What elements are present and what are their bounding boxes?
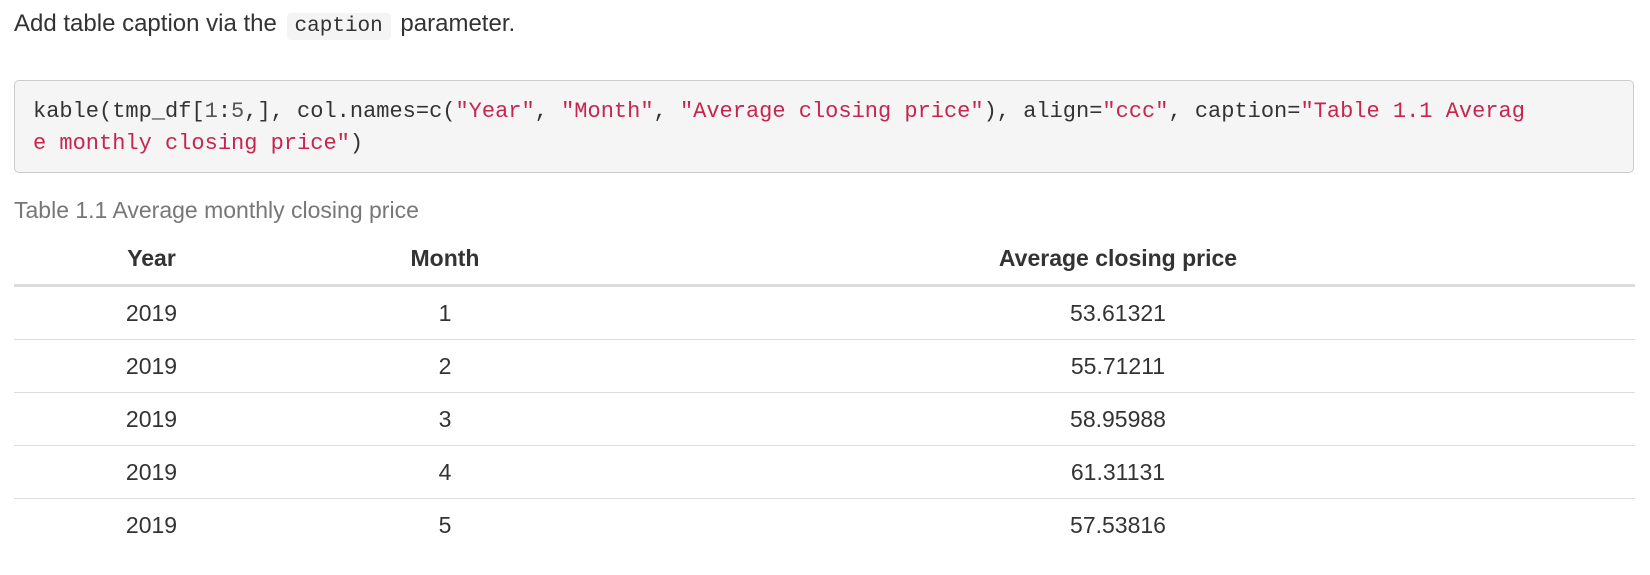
intro-before: Add table caption via the (14, 10, 277, 37)
table-row: 2019 4 61.31131 (14, 445, 1635, 499)
table-row: 2019 1 53.61321 (14, 285, 1635, 340)
table-header-row: Year Month Average closing price (14, 232, 1635, 287)
code-token-plain: , (534, 99, 562, 124)
code-token-num: 5 (231, 99, 245, 124)
data-table: Year Month Average closing price 2019 1 … (14, 232, 1635, 551)
code-token-plain: : (217, 99, 232, 124)
inline-code-caption: caption (286, 13, 391, 40)
table-caption: Table 1.1 Average monthly closing price (14, 197, 419, 223)
cell-year: 2019 (14, 392, 289, 446)
table-row: 2019 2 55.71211 (14, 339, 1635, 393)
cell-year: 2019 (125, 511, 178, 538)
table-row: 2019 5 57.53816 (14, 499, 1635, 552)
code-token-plain: , caption= (1168, 99, 1301, 124)
cell-year: 2019 (14, 445, 289, 499)
code-token-plain: ,], col.names=c( (244, 99, 456, 124)
code-token-plain: kable(tmp_df[ (33, 99, 205, 124)
cell-month: 1 (289, 285, 601, 340)
code-token-str: "Year" (455, 99, 535, 124)
cell-year: 2019 (14, 285, 289, 340)
cell-year: 2019 (14, 339, 289, 393)
code-line-1: kable(tmp_df[1:5,], col.names=c("Year" , … (33, 96, 1615, 128)
cell-month: 2 (289, 339, 601, 393)
code-line-2: e monthly closing price") (33, 128, 1615, 160)
code-token-num: 1 (204, 99, 218, 124)
cell-average-closing-price: 57.53816 (1070, 511, 1166, 538)
code-token-str: e monthly closing price" (33, 131, 350, 156)
code-token-str: "ccc" (1102, 99, 1169, 124)
code-block[interactable]: kable(tmp_df[1:5,], col.names=c("Year" , … (14, 80, 1634, 173)
code-token-plain: ) (349, 131, 364, 156)
cell-month: 4 (289, 445, 601, 499)
code-token-plain: , (653, 99, 680, 124)
cell-month: 5 (438, 511, 452, 538)
cell-month: 3 (289, 392, 601, 446)
code-token-str: "Table 1.1 Averag (1300, 99, 1525, 124)
intro-text: Add table caption via the caption parame… (14, 6, 515, 45)
code-token-str: "Average closing price" (679, 99, 984, 124)
cell-average-closing-price: 55.71211 (601, 339, 1635, 393)
cell-average-closing-price: 58.95988 (601, 392, 1635, 446)
cell-average-closing-price: 53.61321 (601, 285, 1635, 340)
column-header-year: Year (14, 232, 289, 287)
intro-after: parameter. (400, 10, 516, 37)
column-header-average-closing-price: Average closing price (601, 232, 1635, 287)
code-token-str: "Month" (561, 99, 654, 124)
code-token-plain: ), align= (983, 99, 1103, 124)
table-row: 2019 3 58.95988 (14, 392, 1635, 446)
column-header-month: Month (289, 232, 601, 287)
cell-average-closing-price: 61.31131 (601, 445, 1635, 499)
